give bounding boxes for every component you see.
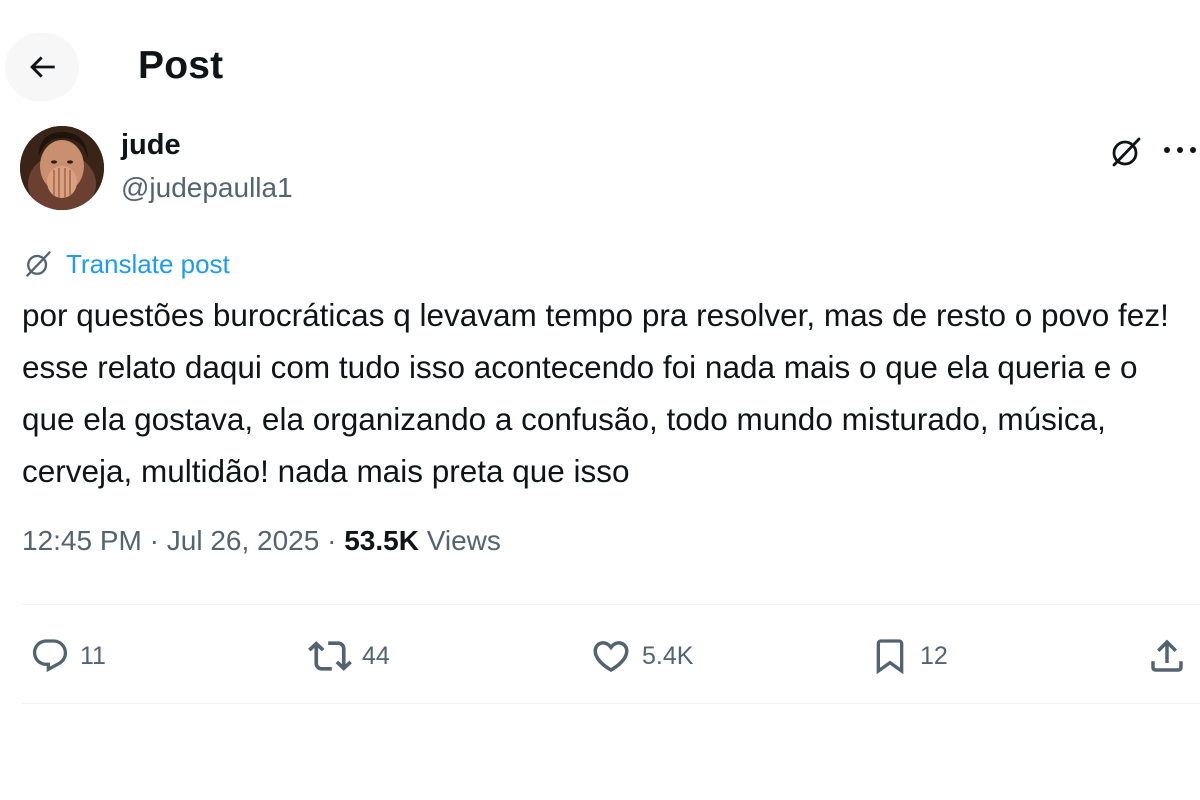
share-icon: [1146, 635, 1188, 677]
post-meta: 12:45 PM · Jul 26, 2025 · 53.5K Views: [22, 525, 501, 557]
translate-label[interactable]: Translate post: [66, 249, 230, 280]
heart-icon: [590, 635, 632, 677]
like-count: 5.4K: [642, 641, 694, 670]
translate-post-link[interactable]: Translate post: [22, 246, 230, 282]
grok-icon: [1108, 134, 1144, 170]
meta-separator: ·: [327, 525, 337, 556]
divider: [22, 604, 1200, 605]
action-bar: 11 44 5.4K 12: [0, 632, 1200, 680]
bookmark-icon: [870, 636, 910, 676]
repost-button[interactable]: 44: [308, 632, 390, 680]
back-button[interactable]: [5, 33, 79, 101]
meta-separator: ·: [149, 525, 159, 556]
post-time[interactable]: 12:45 PM: [22, 525, 142, 556]
share-button[interactable]: [1146, 632, 1188, 680]
avatar[interactable]: [20, 126, 104, 210]
author-handle[interactable]: @judepaulla1: [121, 172, 293, 204]
more-horizontal-icon: [1162, 145, 1198, 155]
bookmark-button[interactable]: 12: [870, 632, 948, 680]
reply-icon: [30, 636, 70, 676]
post-date[interactable]: Jul 26, 2025: [167, 525, 320, 556]
grok-icon: [22, 248, 54, 280]
repost-count: 44: [362, 641, 390, 670]
grok-button[interactable]: [1104, 130, 1148, 174]
views-label: Views: [426, 525, 501, 556]
repost-icon: [308, 634, 352, 678]
page-title: Post: [138, 44, 224, 87]
arrow-left-icon: [25, 50, 59, 84]
author-name[interactable]: jude: [121, 129, 181, 162]
reply-button[interactable]: 11: [30, 632, 106, 680]
like-button[interactable]: 5.4K: [590, 632, 693, 680]
post-text: por questões burocráticas q levavam temp…: [22, 297, 1169, 489]
reply-count: 11: [80, 641, 106, 670]
post-page: Post jude @judepaulla1 Translate post po…: [0, 0, 1200, 800]
more-button[interactable]: [1160, 130, 1200, 170]
views-count: 53.5K: [344, 525, 419, 556]
bookmark-count: 12: [920, 641, 948, 670]
top-bar: Post: [0, 30, 1200, 106]
divider: [22, 703, 1200, 704]
